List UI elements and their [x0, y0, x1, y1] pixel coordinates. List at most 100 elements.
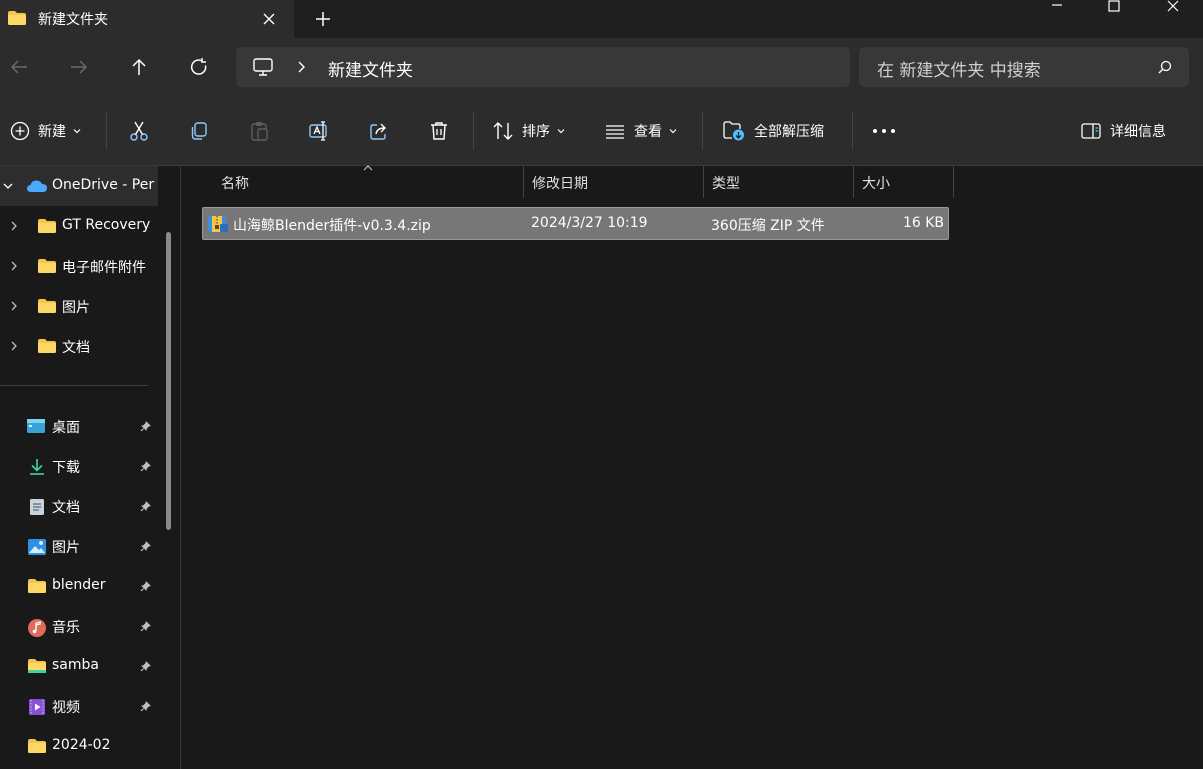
file-size: 16 KB — [902, 215, 944, 231]
sidebar-item-email-attachments[interactable]: 电子邮件附件 — [0, 248, 160, 284]
search-icon[interactable] — [1157, 59, 1173, 75]
pin-icon[interactable] — [140, 620, 152, 632]
maximize-icon[interactable] — [1091, 0, 1137, 14]
pin-icon[interactable] — [140, 420, 152, 432]
sidebar-scrollbar[interactable] — [166, 232, 171, 530]
table-row[interactable]: 山海鲸Blender插件-v0.3.4.zip 2024/3/27 10:19 … — [202, 207, 949, 240]
clipboard-icon — [248, 120, 270, 142]
pin-icon[interactable] — [140, 580, 152, 592]
sidebar-item-documents[interactable]: 文档 — [0, 488, 160, 524]
pin-icon[interactable] — [140, 540, 152, 552]
file-modified: 2024/3/27 10:19 — [531, 215, 648, 231]
tab-current[interactable]: 新建文件夹 — [0, 0, 294, 38]
paste-button[interactable] — [248, 118, 270, 144]
extract-all-label: 全部解压缩 — [754, 124, 824, 140]
more-icon — [872, 127, 896, 135]
desktop-icon — [26, 418, 46, 434]
chevron-right-icon[interactable] — [294, 60, 308, 74]
sidebar-item-label: 音乐 — [52, 620, 80, 636]
close-window-icon[interactable] — [1150, 0, 1196, 14]
forward-icon[interactable] — [67, 55, 91, 79]
address-bar[interactable]: 新建文件夹 — [236, 47, 850, 87]
toolbar-divider — [106, 112, 107, 150]
search-input[interactable]: 在 新建文件夹 中搜索 — [859, 47, 1189, 87]
sidebar-item-blender[interactable]: blender — [0, 568, 160, 604]
sidebar-item-desktop[interactable]: 桌面 — [0, 408, 160, 444]
sidebar-item-gt-recovery[interactable]: GT Recovery — [0, 208, 160, 244]
file-name: 山海鲸Blender插件-v0.3.4.zip — [233, 218, 431, 234]
sidebar-item-2024-02[interactable]: 2024-02 — [0, 728, 160, 764]
scissors-icon — [128, 120, 150, 142]
pin-icon[interactable] — [140, 460, 152, 472]
new-tab-icon[interactable] — [312, 8, 334, 30]
sort-icon — [492, 120, 514, 142]
close-tab-icon[interactable] — [258, 8, 280, 30]
copy-button[interactable] — [188, 118, 210, 144]
column-header-label: 名称 — [221, 176, 249, 192]
folder-icon — [27, 658, 47, 674]
minimize-icon[interactable] — [1034, 0, 1080, 14]
trash-icon — [428, 120, 450, 142]
folder-icon — [27, 738, 47, 754]
videos-icon — [28, 698, 46, 716]
sidebar-item-label: 桌面 — [52, 420, 80, 436]
extract-all-button[interactable]: 全部解压缩 — [722, 118, 824, 144]
pin-icon[interactable] — [140, 500, 152, 512]
details-pane-icon — [1080, 121, 1102, 141]
chevron-right-icon[interactable] — [8, 260, 20, 272]
details-pane-button[interactable]: 详细信息 — [1080, 118, 1166, 144]
view-button[interactable]: 查看 — [604, 118, 678, 144]
folder-icon — [27, 578, 47, 594]
up-icon[interactable] — [127, 55, 151, 79]
breadcrumb[interactable]: 新建文件夹 — [328, 56, 413, 81]
delete-button[interactable] — [428, 118, 450, 144]
sidebar-item-label: samba — [52, 657, 99, 673]
chevron-down-icon — [72, 126, 82, 136]
documents-icon — [29, 498, 45, 516]
sidebar-item-label: 视频 — [52, 700, 80, 716]
sidebar-item-samba[interactable]: samba — [0, 648, 160, 684]
chevron-down-icon — [556, 126, 566, 136]
sort-ascending-icon — [362, 164, 374, 172]
column-divider[interactable] — [953, 166, 954, 198]
chevron-right-icon[interactable] — [8, 220, 20, 232]
sidebar-item-onedrive[interactable]: OneDrive - Per — [0, 166, 158, 206]
sidebar-item-documents-folder[interactable]: 文档 — [0, 328, 160, 364]
column-header-modified[interactable]: 修改日期 — [524, 166, 704, 198]
rename-button[interactable] — [308, 118, 330, 144]
chevron-down-icon[interactable] — [2, 180, 14, 192]
column-header-type[interactable]: 类型 — [704, 166, 854, 198]
cloud-icon — [26, 179, 48, 193]
sidebar-item-music[interactable]: 音乐 — [0, 608, 160, 644]
folder-icon — [37, 298, 57, 314]
folder-icon — [37, 338, 57, 354]
chevron-right-icon[interactable] — [8, 340, 20, 352]
pin-icon[interactable] — [140, 700, 152, 712]
sort-button[interactable]: 排序 — [492, 118, 566, 144]
back-icon[interactable] — [7, 55, 31, 79]
title-bar: 新建文件夹 — [0, 0, 1203, 38]
share-button[interactable] — [368, 118, 390, 144]
more-button[interactable] — [872, 118, 896, 144]
search-placeholder: 在 新建文件夹 中搜索 — [877, 61, 1041, 81]
pane-splitter[interactable] — [180, 166, 181, 769]
chevron-right-icon[interactable] — [8, 300, 20, 312]
cut-button[interactable] — [128, 118, 150, 144]
music-icon — [27, 618, 47, 638]
sidebar-item-videos[interactable]: 视频 — [0, 688, 160, 724]
list-view-icon — [604, 120, 626, 142]
sidebar-item-pictures[interactable]: 图片 — [0, 528, 160, 564]
sidebar-item-label: 文档 — [52, 500, 80, 516]
pin-icon[interactable] — [140, 660, 152, 672]
sidebar-item-pictures-folder[interactable]: 图片 — [0, 288, 160, 324]
sidebar-item-label: blender — [52, 577, 106, 593]
sort-label: 排序 — [522, 124, 550, 140]
refresh-icon[interactable] — [187, 55, 211, 79]
sidebar-item-downloads[interactable]: 下载 — [0, 448, 160, 484]
column-header-label: 修改日期 — [532, 176, 588, 192]
pictures-icon — [27, 538, 47, 556]
column-header-size[interactable]: 大小 — [854, 166, 954, 198]
new-button[interactable]: 新建 — [10, 118, 82, 144]
column-header-label: 类型 — [712, 176, 740, 192]
rename-icon — [308, 120, 330, 142]
